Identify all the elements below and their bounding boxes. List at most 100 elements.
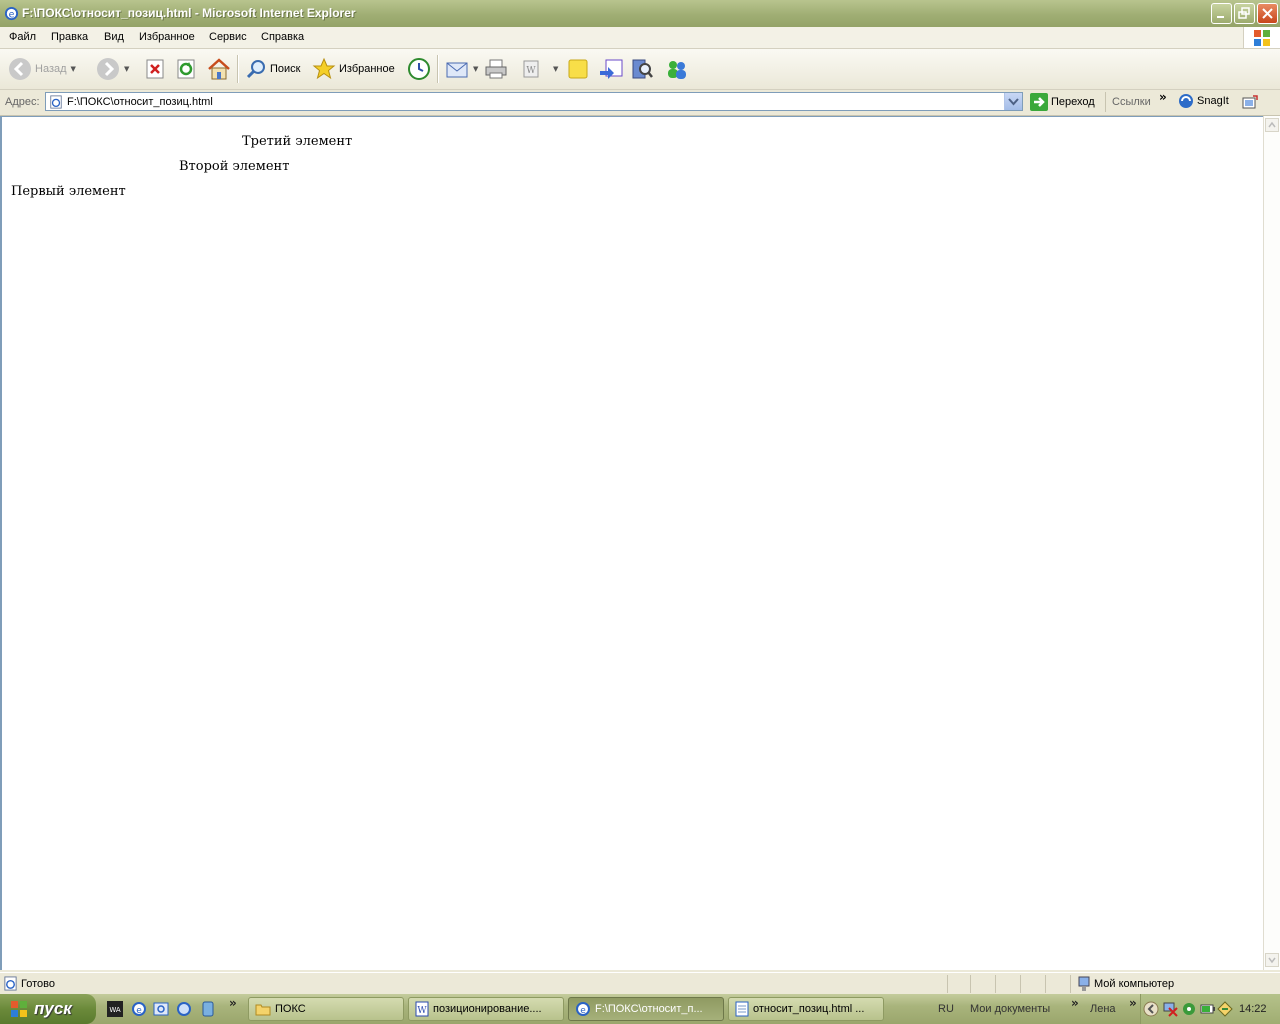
address-url: F:\ПОКС\относит_позиц.html [67,96,213,108]
snagit-icon [1179,94,1193,108]
close-button[interactable] [1257,3,1278,24]
menu-help[interactable]: Справка [261,31,304,43]
address-divider [1105,92,1106,112]
antivirus-icon[interactable] [1181,1001,1197,1017]
third-element-text: Третий элемент [242,134,353,149]
network-disconnected-icon[interactable] [1162,1001,1178,1017]
discuss-button[interactable] [566,55,590,83]
refresh-icon [177,59,195,79]
page-status-icon [4,976,17,991]
task-word-document[interactable]: W позиционирование.... [408,997,564,1021]
links-label[interactable]: Ссылки [1112,96,1151,108]
search-button[interactable]: Поиск [245,55,300,83]
scroll-up-button[interactable] [1265,118,1279,132]
links-chevron-icon[interactable]: » [1159,90,1167,104]
menu-favorites[interactable]: Избранное [139,31,195,43]
forward-dropdown-icon[interactable]: ▼ [124,65,129,73]
svg-text:W: W [417,1006,427,1016]
second-element-text: Второй элемент [179,159,290,174]
ie-task-icon: e [576,1002,590,1016]
note-icon [568,59,588,79]
favorites-label: Избранное [339,63,395,75]
zone-label: Мой компьютер [1094,978,1175,990]
ie-icon: e [4,6,19,20]
vertical-scrollbar[interactable] [1263,116,1280,970]
task-notepad[interactable]: относит_позиц.html ... [728,997,884,1021]
task-ie-window[interactable]: e F:\ПОКС\относит_п... [568,997,724,1021]
system-tray: 14:22 [1140,994,1280,1024]
mail-dropdown-icon[interactable]: ▼ [473,65,478,73]
scroll-down-button[interactable] [1265,953,1279,967]
print-button[interactable] [484,55,508,83]
user-chevron-icon[interactable]: » [1129,996,1137,1010]
windows-flag-icon [11,1001,27,1017]
folder-icon [255,1004,271,1016]
menu-tools[interactable]: Сервис [209,31,247,43]
star-icon [312,57,336,80]
snagit-label: SnagIt [1197,95,1229,107]
my-documents-toolbar[interactable]: Мои документы [970,1003,1050,1015]
status-divider [970,975,971,993]
safely-remove-icon[interactable] [1217,1001,1233,1017]
mail-button[interactable]: ▼ [445,55,478,83]
svg-text:e: e [136,1006,142,1016]
windows-logo [1243,27,1280,48]
snagit-capture-icon[interactable] [1242,95,1258,109]
stop-icon [146,59,164,79]
toolbar-separator [237,55,239,83]
search-label: Поиск [270,63,301,75]
restore-button[interactable] [1234,3,1255,24]
edit-dropdown-icon[interactable]: ▼ [553,65,558,73]
winamp-icon[interactable]: WA [107,1001,123,1017]
home-icon [208,58,230,80]
research-button[interactable] [598,55,624,83]
first-element-text: Первый элемент [11,184,126,199]
search-icon [246,60,265,79]
ie-quicklaunch-icon[interactable]: e [131,1001,147,1017]
menu-edit[interactable]: Правка [51,31,88,43]
tray-expand-icon[interactable] [1143,1001,1159,1017]
address-label: Адрес: [5,96,40,108]
outlook-icon[interactable] [153,1001,169,1017]
notepad-icon [735,1001,749,1017]
favorites-button[interactable]: Избранное [312,55,395,83]
start-button[interactable]: пуск [0,994,96,1024]
clock: 14:22 [1239,1003,1267,1015]
quicklaunch-chevron-icon[interactable]: » [229,996,237,1010]
task-poks-folder[interactable]: ПОКС [248,997,404,1021]
stop-button[interactable] [145,55,165,83]
go-button[interactable]: Переход [1030,93,1095,111]
docs-chevron-icon[interactable]: » [1071,996,1079,1010]
battery-icon[interactable] [1200,1001,1216,1017]
address-dropdown-button[interactable] [1004,93,1022,110]
user-toolbar[interactable]: Лена [1090,1003,1116,1015]
svg-text:e: e [580,1006,586,1016]
address-input[interactable]: F:\ПОКС\относит_позиц.html [45,92,1023,111]
snagit-button[interactable]: SnagIt [1178,93,1229,109]
forward-arrow-icon [97,58,119,80]
back-label: Назад [35,63,67,75]
messenger-button[interactable] [664,55,690,83]
menu-file[interactable]: Файл [9,31,36,43]
tools-button[interactable] [630,55,654,83]
edit-button[interactable]: W ▼ [521,55,558,83]
task-label: F:\ПОКС\относит_п... [595,1003,703,1015]
status-bar: Готово Мой компьютер [0,972,1280,995]
forward-button[interactable]: ▼ [96,55,129,83]
refresh-button[interactable] [176,55,196,83]
word-doc-icon: W [415,1001,429,1017]
minimize-button[interactable] [1211,3,1232,24]
home-button[interactable] [206,55,232,83]
word-icon: W [523,60,539,78]
history-icon [408,58,430,80]
media-icon[interactable] [200,1001,216,1017]
browser-icon[interactable] [176,1001,192,1017]
back-button[interactable]: Назад ▼ [8,55,76,83]
back-dropdown-icon[interactable]: ▼ [71,65,76,73]
history-button[interactable] [406,55,432,83]
menu-view[interactable]: Вид [104,31,124,43]
language-indicator[interactable]: RU [938,1003,954,1015]
page-icon [50,95,62,109]
go-arrow-icon [1030,93,1048,111]
title-bar: e F:\ПОКС\относит_позиц.html - Microsoft… [0,0,1280,27]
